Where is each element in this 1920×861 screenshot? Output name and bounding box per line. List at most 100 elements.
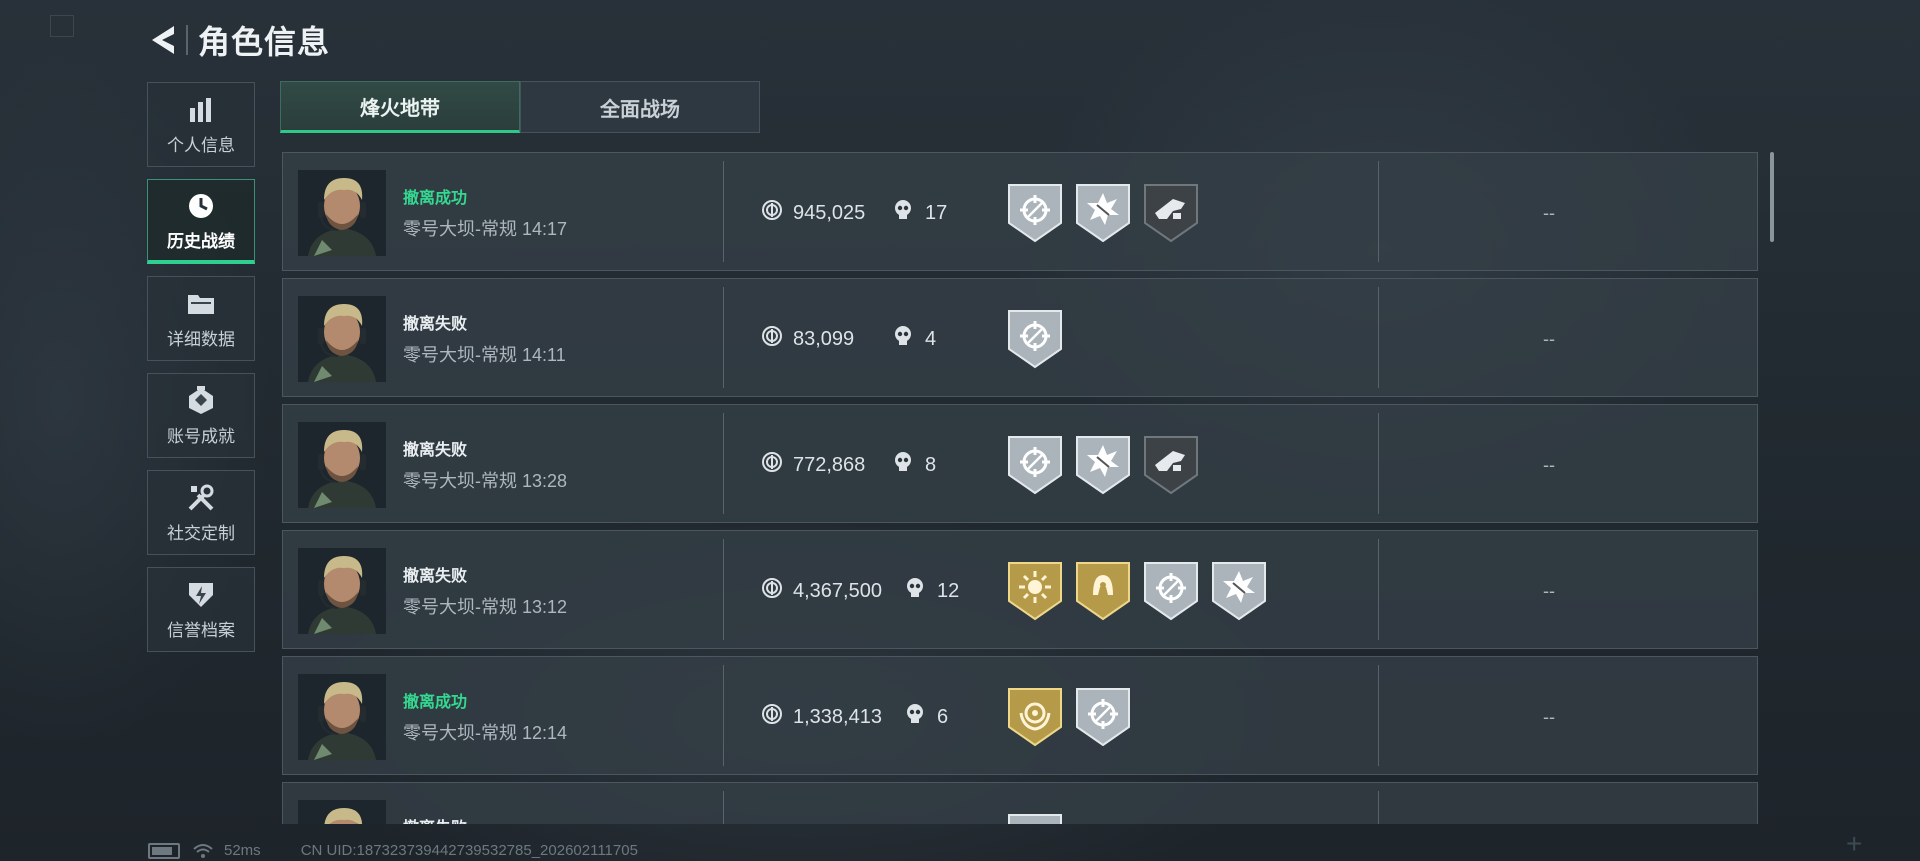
sidebar-item-match-history[interactable]: 历史战绩 xyxy=(147,179,255,264)
battery-icon xyxy=(148,842,180,859)
column-divider xyxy=(1378,539,1379,640)
sidebar-item-achievements[interactable]: 账号成就 xyxy=(147,373,255,458)
mode-tabs: 烽火地带 全面战场 xyxy=(280,81,760,133)
medal-burst-silver-icon[interactable] xyxy=(1075,183,1131,243)
coin-icon xyxy=(761,199,793,227)
map-name: 零号大坝-常规 xyxy=(403,345,517,365)
column-divider xyxy=(1378,161,1379,262)
operator-portrait xyxy=(298,800,386,824)
loot-value: 945,025 xyxy=(761,199,865,227)
medal-burst-silver-icon[interactable] xyxy=(1211,561,1267,621)
match-row[interactable]: 撤离成功零号大坝-常规 12:14 1,338,413 6 -- xyxy=(282,656,1758,775)
operator-portrait xyxy=(298,170,386,256)
map-info: 零号大坝-常规 12:14 xyxy=(403,719,567,745)
header-divider xyxy=(186,25,188,55)
ping-value: 52ms xyxy=(224,842,261,859)
kills-amount: 4 xyxy=(925,327,937,350)
kill-count: 12 xyxy=(905,577,959,605)
medal-sun-gold-icon[interactable] xyxy=(1007,561,1063,621)
medal-list xyxy=(1007,813,1075,824)
medal-crosshair-silver-icon[interactable] xyxy=(1007,183,1063,243)
coin-icon xyxy=(761,703,793,731)
back-button[interactable] xyxy=(148,20,182,60)
kills-amount: 8 xyxy=(925,453,937,476)
map-name: 零号大坝-常规 xyxy=(403,723,517,743)
coin-icon xyxy=(761,325,793,353)
column-divider xyxy=(723,161,724,262)
column-divider xyxy=(723,791,724,824)
extraction-status: 撤离成功 xyxy=(403,190,468,207)
tab-warzone[interactable]: 烽火地带 xyxy=(280,81,520,133)
medal-crosshair-silver-icon[interactable] xyxy=(1143,561,1199,621)
medal-burst-silver-icon[interactable] xyxy=(1075,435,1131,495)
medal-wreath-gold-icon[interactable] xyxy=(1007,687,1063,747)
extra-value: -- xyxy=(1543,203,1555,223)
match-row[interactable]: 撤离失败 零号大坝-常规 13:28 772,868 8 -- xyxy=(282,404,1758,523)
medal-crosshair-silver-icon[interactable] xyxy=(1007,435,1063,495)
sidebar: 个人信息 历史战绩 详细数据 账号成就 社交定制 信誉档案 xyxy=(147,82,257,664)
medal-list xyxy=(1007,561,1279,621)
sidebar-item-detailed-data[interactable]: 详细数据 xyxy=(147,276,255,361)
operator-portrait xyxy=(298,296,386,382)
medal-helmet-gold-icon[interactable] xyxy=(1075,561,1131,621)
medal-gun-dark-icon[interactable] xyxy=(1143,435,1199,495)
map-info: 零号大坝-常规 13:28 xyxy=(403,467,567,493)
list-scrollbar[interactable] xyxy=(1770,152,1774,242)
medal-crosshair-silver-icon[interactable] xyxy=(1075,687,1131,747)
map-info: 零号大坝-常规 14:11 xyxy=(403,341,566,367)
column-divider xyxy=(723,413,724,514)
sidebar-item-label: 详细数据 xyxy=(167,330,235,349)
sidebar-item-social[interactable]: 社交定制 xyxy=(147,470,255,555)
skull-icon xyxy=(893,199,925,227)
sidebar-item-reputation[interactable]: 信誉档案 xyxy=(147,567,255,652)
extra-value: -- xyxy=(1543,581,1555,601)
map-name: 零号大坝-常规 xyxy=(403,597,517,617)
achievement-icon xyxy=(189,386,213,414)
skull-icon xyxy=(893,325,925,353)
match-row[interactable]: 撤离失败 xyxy=(282,782,1758,824)
kills-amount: 17 xyxy=(925,201,948,224)
medal-crosshair-silver-icon[interactable] xyxy=(1007,309,1063,369)
match-row[interactable]: 撤离失败 零号大坝-常规 14:11 83,099 4 -- xyxy=(282,278,1758,397)
loot-value: 772,868 xyxy=(761,451,865,479)
clock-icon xyxy=(189,193,213,218)
medal-list xyxy=(1007,435,1211,495)
tools-icon xyxy=(188,484,214,511)
match-time: 12:14 xyxy=(522,723,568,743)
value-amount: 772,868 xyxy=(793,453,866,476)
operator-portrait xyxy=(298,548,386,634)
extraction-status: 撤离失败 xyxy=(403,568,468,585)
skull-icon xyxy=(893,451,925,479)
corner-frame xyxy=(50,15,74,37)
sidebar-item-personal-info[interactable]: 个人信息 xyxy=(147,82,255,167)
map-name: 零号大坝-常规 xyxy=(403,471,517,491)
column-divider xyxy=(1378,413,1379,514)
map-name: 零号大坝-常规 xyxy=(403,219,517,239)
loot-value: 1,338,413 xyxy=(761,703,882,731)
sidebar-item-label: 社交定制 xyxy=(167,524,235,543)
extraction-status: 撤离成功 xyxy=(403,694,468,711)
wifi-icon xyxy=(193,843,213,858)
kills-amount: 6 xyxy=(937,705,949,728)
skull-icon xyxy=(905,577,937,605)
loot-value: 83,099 xyxy=(761,325,854,353)
column-divider xyxy=(723,665,724,766)
extra-value: -- xyxy=(1543,455,1555,475)
column-divider xyxy=(1378,287,1379,388)
user-uid: CN UID:18732373944273953278​5_2026021117… xyxy=(300,842,638,859)
medal-list xyxy=(1007,183,1211,243)
medal-list xyxy=(1007,687,1143,747)
extra-value: -- xyxy=(1543,707,1555,727)
page-title: 角色信息 xyxy=(198,24,331,60)
kill-count: 8 xyxy=(893,451,936,479)
sidebar-item-label: 账号成就 xyxy=(167,427,235,446)
match-row[interactable]: 撤离失败 零号大坝-常规 13:12 4,367,500 12 -- xyxy=(282,530,1758,649)
tab-battlefield[interactable]: 全面战场 xyxy=(520,81,760,133)
value-amount: 945,025 xyxy=(793,201,866,224)
column-divider xyxy=(1378,791,1379,824)
medal-gun-dark-icon[interactable] xyxy=(1143,183,1199,243)
map-info: 零号大坝-常规 14:17 xyxy=(403,215,567,241)
loot-value: 4,367,500 xyxy=(761,577,882,605)
medal-crosshair-silver-icon[interactable] xyxy=(1007,813,1063,824)
match-row[interactable]: 撤离成功零号大坝-常规 14:17 945,025 17 -- xyxy=(282,152,1758,271)
